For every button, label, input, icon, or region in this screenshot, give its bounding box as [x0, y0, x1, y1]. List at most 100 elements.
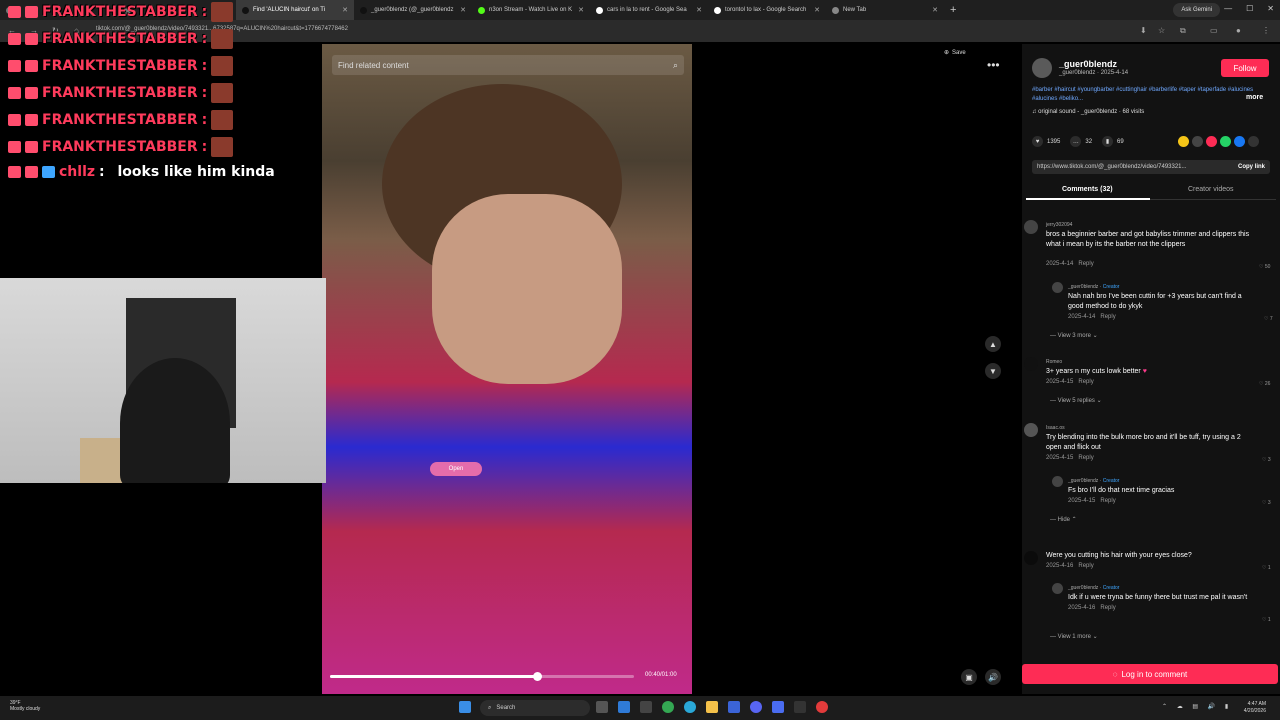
commenter-avatar[interactable] — [1024, 220, 1038, 234]
extensions-icon[interactable]: ⧉ — [1180, 26, 1186, 36]
minimize-icon[interactable]: — — [1224, 4, 1232, 13]
next-video-button[interactable]: ▼ — [985, 363, 1001, 379]
comment-likes[interactable]: ♡ 3 — [1262, 457, 1271, 463]
chrome-icon[interactable] — [662, 701, 674, 713]
whatsapp-icon[interactable] — [1220, 136, 1231, 147]
split-view-icon[interactable]: ▭ — [1210, 26, 1218, 35]
reply-button[interactable]: Reply — [1078, 563, 1093, 569]
chat-line: FRANKTHESTABBER: — [8, 2, 234, 22]
system-tray[interactable]: ⌃ ☁ ▤ 🔊 ▮ — [1162, 703, 1232, 710]
creator-username[interactable]: _guer0blendz — [1059, 59, 1117, 69]
commenter-avatar[interactable] — [1024, 357, 1038, 371]
browser-tab[interactable]: New Tab ✕ — [826, 0, 944, 20]
close-window-icon[interactable]: ✕ — [1267, 4, 1274, 13]
widget-icon[interactable] — [640, 701, 652, 713]
hide-replies[interactable]: — Hide ⌃ — [1050, 516, 1077, 523]
comment-button[interactable]: … 32 — [1070, 136, 1092, 147]
comment: Were you cutting his hair with your eyes… — [1024, 551, 1254, 571]
save-button[interactable]: ⊕ Save — [944, 49, 966, 57]
install-icon[interactable]: ⬇ — [1140, 26, 1147, 35]
send-icon[interactable] — [1206, 136, 1217, 147]
video-link-box: https://www.tiktok.com/@_guer0blendz/vid… — [1032, 160, 1270, 174]
discord-icon[interactable] — [750, 701, 762, 713]
commenter-avatar[interactable] — [1052, 282, 1063, 293]
close-tab-icon[interactable]: ✕ — [814, 6, 820, 14]
view-more-replies[interactable]: — View 5 replies ⌄ — [1050, 397, 1102, 404]
reply-button[interactable]: Reply — [1078, 379, 1093, 385]
chat-line: chllz: looks like him kinda — [8, 164, 275, 180]
browser-tab[interactable]: cars in la to rent - Google Sea ✕ — [590, 0, 708, 20]
close-tab-icon[interactable]: ✕ — [696, 6, 702, 14]
maximize-icon[interactable]: ☐ — [1246, 4, 1253, 13]
commenter-avatar[interactable] — [1024, 551, 1038, 565]
close-tab-icon[interactable]: ✕ — [342, 6, 348, 14]
file-explorer-icon[interactable] — [706, 701, 718, 713]
taskbar-clock[interactable]: 4:47 AM 4/20/2026 — [1244, 701, 1266, 715]
like-button[interactable]: ♥ 1395 — [1032, 136, 1060, 147]
bookmark-star-icon[interactable]: ☆ — [1158, 26, 1165, 35]
reply-button[interactable]: Reply — [1100, 498, 1115, 504]
browser-tab[interactable]: n3on Stream - Watch Live on K ✕ — [472, 0, 590, 20]
comment-likes[interactable]: ♡ 50 — [1259, 264, 1270, 270]
comment-likes[interactable]: ♡ 3 — [1262, 500, 1271, 506]
comment-likes[interactable]: ♡ 1 — [1262, 617, 1271, 623]
pip-button[interactable]: ▣ — [961, 669, 977, 685]
terminal-icon[interactable] — [794, 701, 806, 713]
obs-icon[interactable] — [816, 701, 828, 713]
follow-button[interactable]: Follow — [1221, 59, 1269, 77]
copilot-icon[interactable] — [618, 701, 630, 713]
volume-button[interactable]: 🔊 — [985, 669, 1001, 685]
close-tab-icon[interactable]: ✕ — [932, 6, 938, 14]
commenter-avatar[interactable] — [1052, 476, 1063, 487]
weather-widget[interactable]: 39°F Mostly cloudy — [10, 700, 40, 712]
comment-likes[interactable]: ♡ 1 — [1262, 565, 1271, 571]
code-icon[interactable] — [1192, 136, 1203, 147]
open-app-pill[interactable]: Open — [430, 462, 482, 476]
commenter-avatar[interactable] — [1024, 423, 1038, 437]
browser-tab[interactable]: torontol to lax - Google Search ✕ — [708, 0, 826, 20]
browser-tab[interactable]: _guer0blendz (@_guer0blendz ✕ — [354, 0, 472, 20]
menu-icon[interactable]: ⋮ — [1262, 26, 1270, 35]
facebook-icon[interactable] — [1234, 136, 1245, 147]
copy-link-button[interactable]: Copy link — [1238, 164, 1265, 170]
view-more-replies[interactable]: — View 3 more ⌄ — [1050, 332, 1098, 339]
embed-icon[interactable] — [1178, 136, 1189, 147]
more-options-button[interactable]: ••• — [987, 58, 1000, 72]
reply-button[interactable]: Reply — [1100, 314, 1115, 320]
tab-comments[interactable]: Comments (32) — [1062, 186, 1113, 193]
ask-gemini-button[interactable]: Ask Gemini — [1173, 3, 1220, 17]
reply-button[interactable]: Reply — [1078, 261, 1093, 267]
reply-button[interactable]: Reply — [1100, 605, 1115, 611]
close-tab-icon[interactable]: ✕ — [578, 6, 584, 14]
taskbar-search[interactable]: ⌕ Search — [480, 700, 590, 716]
google-favicon-icon — [714, 6, 721, 14]
share-arrow-icon[interactable] — [1248, 136, 1259, 147]
comment-likes[interactable]: ♡ 26 — [1259, 381, 1270, 387]
tab-creator-videos[interactable]: Creator videos — [1188, 186, 1234, 193]
profile-icon[interactable]: ● — [1236, 26, 1241, 35]
creator-avatar[interactable] — [1032, 58, 1052, 78]
app-icon[interactable] — [772, 701, 784, 713]
login-to-comment-button[interactable]: ◌ Log in to comment — [1022, 664, 1278, 684]
video-progress-bar[interactable] — [330, 672, 634, 681]
commenter-avatar[interactable] — [1052, 583, 1063, 594]
view-more-replies[interactable]: — View 1 more ⌄ — [1050, 633, 1098, 640]
previous-video-button[interactable]: ▲ — [985, 336, 1001, 352]
search-icon[interactable]: ⌕ — [673, 60, 678, 71]
video-progress-knob[interactable] — [532, 672, 542, 681]
close-tab-icon[interactable]: ✕ — [460, 6, 466, 14]
edge-icon[interactable] — [684, 701, 696, 713]
comment-likes[interactable]: ♡ 7 — [1264, 316, 1273, 322]
related-search-input[interactable]: Find related content ⌕ — [332, 55, 684, 75]
favorite-button[interactable]: ▮ 69 — [1102, 136, 1124, 147]
browser-tab-active[interactable]: Find 'ALUCIN haircut' on Ti ✕ — [236, 0, 354, 20]
windows-start-icon[interactable] — [459, 701, 471, 713]
description-more-link[interactable]: more — [1246, 94, 1263, 101]
reply-button[interactable]: Reply — [1078, 455, 1093, 461]
video-player[interactable] — [322, 44, 692, 694]
task-view-icon[interactable] — [596, 701, 608, 713]
sub-badge-icon — [42, 166, 55, 178]
app-icon[interactable] — [728, 701, 740, 713]
sound-label[interactable]: ♫ original sound - _guer0blendz · 68 vis… — [1032, 109, 1144, 115]
new-tab-button[interactable]: + — [944, 4, 962, 16]
